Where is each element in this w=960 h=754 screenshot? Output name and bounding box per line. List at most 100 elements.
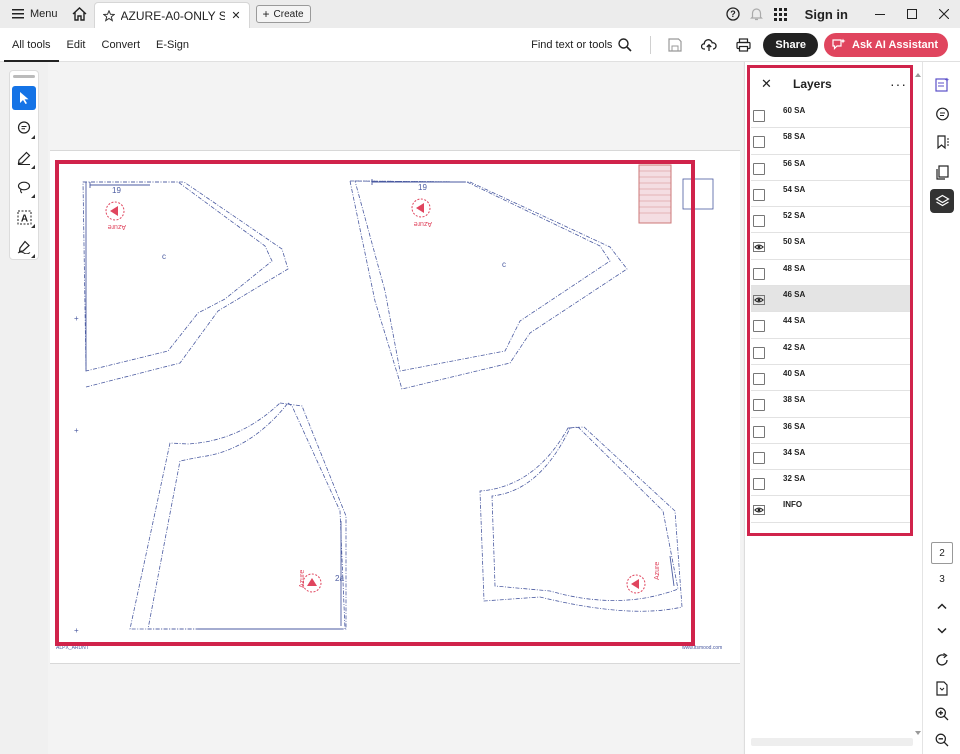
- page-thumb-3[interactable]: 3: [931, 568, 953, 590]
- ai-summary-button[interactable]: [930, 72, 954, 96]
- create-label: Create: [273, 8, 304, 20]
- notifications-button[interactable]: [745, 0, 769, 28]
- pen-icon: [17, 151, 31, 165]
- toolbar-right: Find text or tools Share Ask AI Assistan…: [531, 31, 960, 59]
- scroll-down-arrow-icon: [915, 731, 921, 735]
- tab-title: AZURE-A0-ONLY SA.pdf: [120, 8, 226, 23]
- cursor-arrow-icon: [20, 91, 29, 104]
- pages-icon: [935, 164, 949, 180]
- menu-label: Menu: [30, 8, 58, 20]
- save-icon: [668, 37, 683, 52]
- ai-assistant-button[interactable]: Ask AI Assistant: [824, 32, 948, 57]
- upload-button[interactable]: [695, 31, 723, 59]
- layers-icon: [934, 194, 950, 206]
- titlebar-right: ? Sign in: [721, 0, 960, 28]
- minimize-button[interactable]: [864, 0, 896, 28]
- bookmark-icon: [936, 134, 949, 149]
- svg-text:A: A: [20, 213, 27, 224]
- page-fit-button[interactable]: [930, 676, 954, 700]
- printer-icon: [736, 37, 751, 52]
- close-window-button[interactable]: [928, 0, 960, 28]
- zoom-out-button[interactable]: [930, 728, 954, 752]
- text-tool[interactable]: A: [12, 205, 36, 229]
- tool-flyout-indicator: [31, 224, 35, 229]
- tool-flyout-indicator: [31, 164, 35, 169]
- app-window: Menu AZURE-A0-ONLY SA.pdf ✕ + Create ? S…: [0, 0, 960, 754]
- help-icon: ?: [726, 7, 740, 21]
- zoom-out-icon: [935, 733, 949, 747]
- hamburger-icon: [12, 9, 24, 19]
- title-bar: Menu AZURE-A0-ONLY SA.pdf ✕ + Create ? S…: [0, 0, 960, 28]
- star-icon[interactable]: [102, 9, 115, 22]
- signature-pen-icon: [17, 240, 31, 255]
- nav-edit[interactable]: Edit: [59, 28, 94, 62]
- nav-convert[interactable]: Convert: [94, 28, 149, 62]
- text-box-icon: A: [17, 210, 31, 225]
- rotate-icon: [936, 653, 948, 666]
- tool-flyout-indicator: [31, 194, 35, 199]
- minimize-icon: [875, 14, 885, 15]
- maximize-icon: [907, 9, 917, 19]
- save-button[interactable]: [661, 31, 689, 59]
- bell-icon: [750, 8, 764, 21]
- layers-panel-button[interactable]: [930, 189, 954, 213]
- next-page-button[interactable]: [930, 619, 954, 643]
- lasso-icon: [17, 182, 31, 194]
- select-tool[interactable]: [12, 85, 36, 110]
- ai-sparkle-icon: [832, 38, 846, 50]
- search-icon: [618, 37, 632, 52]
- apps-grid-icon: [774, 7, 788, 21]
- cloud-upload-icon: [701, 38, 718, 51]
- tool-flyout-indicator: [31, 134, 35, 139]
- zoom-in-button[interactable]: [930, 702, 954, 726]
- comment-tool[interactable]: [12, 116, 36, 140]
- close-icon: [939, 9, 949, 19]
- toolbar-divider: [650, 35, 652, 54]
- layers-highlight-box: [747, 65, 913, 536]
- find-label: Find text or tools: [531, 38, 613, 51]
- help-button[interactable]: ?: [721, 0, 745, 28]
- create-button[interactable]: + Create: [255, 5, 311, 23]
- tool-flyout-indicator: [31, 254, 35, 259]
- print-button[interactable]: [729, 31, 757, 59]
- document-highlight-box: [55, 160, 695, 646]
- home-button[interactable]: [66, 0, 94, 28]
- right-side-rail: 2 3: [922, 62, 960, 754]
- zoom-in-icon: [935, 707, 949, 721]
- sign-in-button[interactable]: Sign in: [793, 7, 864, 22]
- document-tab[interactable]: AZURE-A0-ONLY SA.pdf ✕: [93, 2, 250, 28]
- previous-page-button[interactable]: [930, 594, 954, 618]
- chevron-down-icon: [937, 627, 947, 634]
- chevron-up-icon: [937, 603, 947, 610]
- close-tab-icon[interactable]: ✕: [231, 9, 240, 22]
- ai-label: Ask AI Assistant: [852, 38, 938, 51]
- maximize-button[interactable]: [896, 0, 928, 28]
- nav-all-tools[interactable]: All tools: [4, 28, 59, 62]
- find-tools-button[interactable]: Find text or tools: [531, 37, 640, 52]
- comments-panel-button[interactable]: [930, 102, 954, 126]
- page-thumb-2[interactable]: 2: [931, 542, 953, 564]
- pages-panel-button[interactable]: [930, 160, 954, 184]
- main-toolbar: All tools Edit Convert E-Sign Find text …: [0, 28, 960, 62]
- highlight-tool[interactable]: [12, 146, 36, 170]
- comment-bubble-icon: [935, 107, 949, 120]
- panel-scrollbar-vertical[interactable]: [915, 72, 921, 736]
- apps-button[interactable]: [769, 0, 793, 28]
- home-icon: [72, 7, 87, 21]
- plus-icon: +: [262, 7, 270, 21]
- draw-tool[interactable]: [12, 176, 36, 200]
- nav-e-sign[interactable]: E-Sign: [148, 28, 197, 62]
- comment-icon: [17, 121, 31, 134]
- sign-tool[interactable]: [12, 235, 36, 259]
- svg-text:?: ?: [730, 9, 736, 19]
- rail-drag-handle[interactable]: [13, 75, 35, 78]
- share-button[interactable]: Share: [763, 32, 818, 57]
- menu-button[interactable]: Menu: [0, 0, 66, 28]
- bookmarks-panel-button[interactable]: [930, 130, 954, 154]
- ai-document-icon: [934, 77, 949, 92]
- page-fit-icon: [936, 680, 948, 696]
- quick-tools-rail: A: [9, 70, 39, 260]
- rotate-button[interactable]: [930, 648, 954, 672]
- panel-scrollbar-horizontal[interactable]: [751, 738, 913, 746]
- scroll-up-arrow-icon: [915, 73, 921, 77]
